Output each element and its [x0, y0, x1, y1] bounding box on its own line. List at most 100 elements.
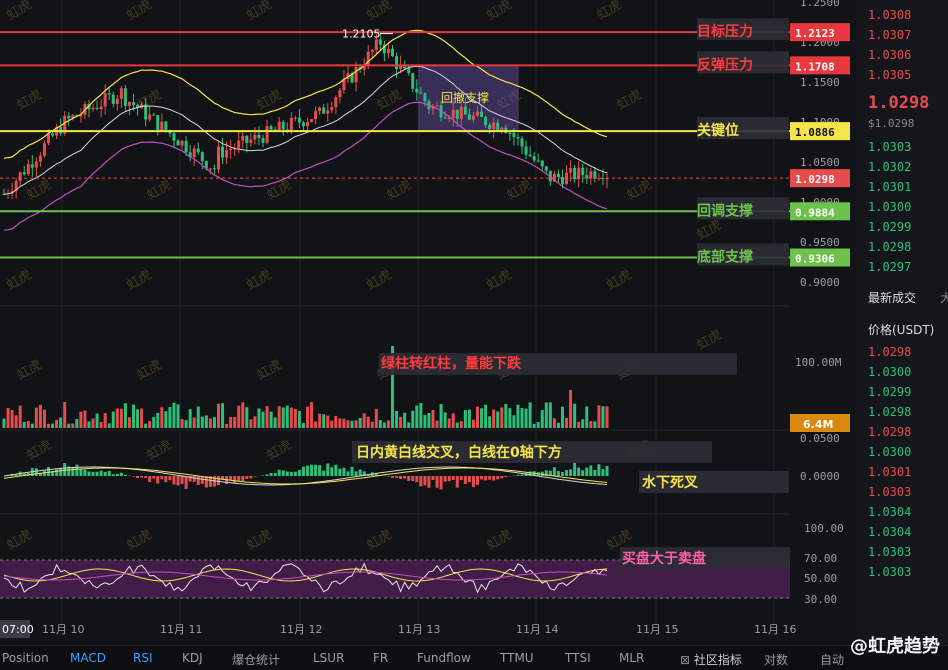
volume-bar: [427, 413, 430, 428]
candle-body: [67, 116, 70, 118]
trade-price[interactable]: 1.0298: [868, 345, 911, 359]
indicator-tab[interactable]: FR: [373, 651, 388, 665]
indicator-tab[interactable]: MLR: [619, 651, 644, 665]
price-level-label: 回调支撑: [697, 202, 753, 219]
candle-body: [330, 107, 333, 110]
macd-bar: [75, 465, 78, 476]
macd-bar: [241, 476, 244, 481]
bid-price[interactable]: 1.0302: [868, 160, 911, 174]
macd-bar: [573, 462, 576, 476]
volume-bar: [294, 409, 297, 428]
macd-bar: [496, 476, 499, 479]
candle-body: [156, 115, 159, 130]
watermark-text: 虹虎: [5, 0, 35, 23]
volume-bar: [569, 390, 572, 428]
candle-body: [225, 150, 228, 158]
volume-bar: [156, 413, 159, 428]
macd-bar: [43, 471, 46, 476]
trade-price[interactable]: 1.0303: [868, 545, 911, 559]
candle-body: [411, 73, 414, 89]
watermark-text: 虹虎: [5, 527, 35, 553]
bid-price[interactable]: 1.0303: [868, 140, 911, 154]
macd-bar: [47, 467, 50, 476]
trade-price[interactable]: 1.0300: [868, 365, 911, 379]
community-indicator-button[interactable]: ⊠ 社区指标: [680, 651, 742, 668]
candle-body: [39, 156, 42, 162]
indicator-tab[interactable]: Fundflow: [417, 651, 471, 665]
trade-price[interactable]: 1.0303: [868, 485, 911, 499]
candle-body: [537, 160, 540, 161]
bid-price[interactable]: 1.0300: [868, 200, 911, 214]
volume-bar: [310, 402, 313, 428]
indicator-tab-bar: Position MACD RSI KDJ 爆仓统计 LSUR FR Fundflow TTMU…: [0, 645, 948, 670]
macd-bar: [290, 472, 293, 476]
candle-body: [512, 133, 515, 137]
auto-scale-toggle[interactable]: 自动: [820, 651, 844, 668]
candle-body: [35, 162, 38, 168]
candle-body: [577, 168, 580, 179]
candle-body: [298, 118, 301, 123]
volume-bar: [456, 423, 459, 428]
trade-price[interactable]: 1.0304: [868, 525, 911, 539]
price-chart-svg[interactable]: 虹虎虹虎虹虎虹虎虹虎虹虎虹虎虹虎虹虎虹虎虹虎虹虎虹虎虹虎虹虎虹虎虹虎虹虎虹虎虹虎…: [0, 0, 850, 645]
indicator-tab[interactable]: TTSI: [565, 651, 591, 665]
volume-bar: [132, 405, 135, 428]
volume-bar: [436, 421, 439, 428]
price-level-label: 反弹压力: [697, 56, 753, 73]
candle-body: [375, 39, 378, 50]
trades-extra[interactable]: 大: [940, 289, 948, 306]
trades-title[interactable]: 最新成交: [868, 289, 916, 306]
volume-bar: [7, 408, 10, 428]
volume-bar: [411, 411, 414, 428]
ask-price[interactable]: 1.0305: [868, 68, 911, 82]
ask-price[interactable]: 1.0306: [868, 48, 911, 62]
bid-price[interactable]: 1.0301: [868, 180, 911, 194]
macd-bar: [407, 476, 410, 481]
indicator-tab[interactable]: RSI: [133, 651, 153, 665]
price-level-value: 1.2123: [795, 27, 835, 40]
trade-price[interactable]: 1.0300: [868, 445, 911, 459]
candle-body: [310, 119, 313, 122]
volume-bar: [545, 403, 548, 428]
candle-body: [217, 147, 220, 170]
indicator-tab[interactable]: Position: [2, 651, 49, 665]
ask-price[interactable]: 1.0308: [868, 8, 911, 22]
bid-price[interactable]: 1.0298: [868, 240, 911, 254]
trade-price[interactable]: 1.0304: [868, 505, 911, 519]
trade-price[interactable]: 1.0303: [868, 565, 911, 579]
macd-bar: [431, 476, 434, 480]
bid-price[interactable]: 1.0299: [868, 220, 911, 234]
macd-bar: [480, 476, 483, 479]
indicator-tab[interactable]: 爆仓统计: [232, 651, 280, 668]
macd-bar: [553, 467, 556, 476]
trade-price[interactable]: 1.0298: [868, 425, 911, 439]
trade-price[interactable]: 1.0299: [868, 385, 911, 399]
indicator-tab[interactable]: MACD: [70, 651, 106, 665]
macd-bar: [177, 476, 180, 486]
trade-price[interactable]: 1.0298: [868, 405, 911, 419]
macd-bar: [464, 476, 467, 484]
indicator-tab[interactable]: TTMU: [500, 651, 534, 665]
macd-bar: [440, 476, 443, 489]
macd-bar: [87, 471, 90, 476]
macd-bar: [306, 466, 309, 476]
indicator-tab[interactable]: KDJ: [182, 651, 203, 665]
watermark-text: 虹虎: [625, 177, 655, 203]
volume-bar: [270, 412, 273, 428]
volume-bar: [472, 420, 475, 428]
ask-price[interactable]: 1.0307: [868, 28, 911, 42]
macd-bar: [342, 468, 345, 476]
candle-body: [419, 92, 422, 93]
volume-bar: [346, 420, 349, 428]
volume-bar: [492, 410, 495, 428]
chart-area[interactable]: 虹虎虹虎虹虎虹虎虹虎虹虎虹虎虹虎虹虎虹虎虹虎虹虎虹虎虹虎虹虎虹虎虹虎虹虎虹虎虹虎…: [0, 0, 850, 645]
log-scale-toggle[interactable]: 对数: [764, 651, 788, 668]
trade-price[interactable]: 1.0301: [868, 465, 911, 479]
watermark-text: 虹虎: [485, 527, 515, 553]
volume-bar: [181, 419, 184, 428]
bid-price[interactable]: 1.0297: [868, 260, 911, 274]
candle-body: [326, 110, 329, 113]
macd-bar: [270, 473, 273, 476]
indicator-tab[interactable]: LSUR: [313, 651, 344, 665]
candle-body: [132, 102, 135, 105]
